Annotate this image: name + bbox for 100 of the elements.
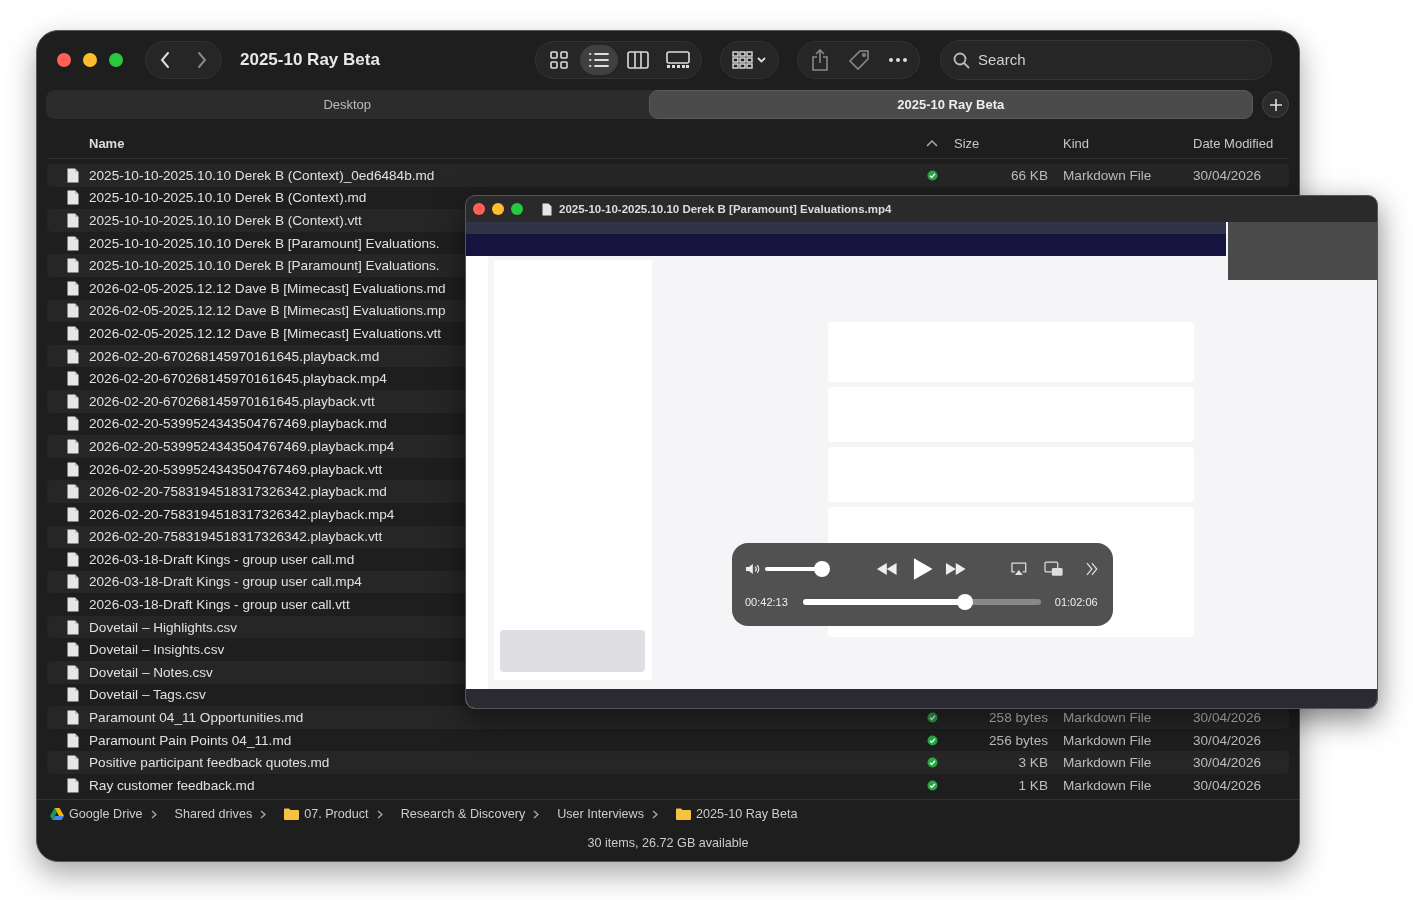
file-name: Positive participant feedback quotes.md bbox=[89, 755, 330, 771]
document-icon bbox=[67, 167, 79, 183]
chevron-icon bbox=[150, 809, 157, 819]
document-icon bbox=[67, 574, 79, 590]
file-name: 2026-02-05-2025.12.12 Dave B [Mimecast] Evaluations.md bbox=[89, 280, 446, 296]
new-tab-button[interactable] bbox=[1262, 91, 1289, 118]
document-icon bbox=[67, 710, 79, 726]
tab[interactable]: Desktop bbox=[46, 90, 649, 119]
elapsed-time: 00:42:13 bbox=[745, 596, 788, 608]
chevron-icon bbox=[260, 809, 267, 819]
duration-time: 01:02:06 bbox=[1054, 596, 1098, 608]
file-name: 2026-03-18-Draft Kings - group user call.vtt bbox=[89, 597, 350, 613]
column-header[interactable]: Name bbox=[89, 135, 919, 151]
document-icon bbox=[67, 619, 79, 635]
tab[interactable]: 2025-10 Ray Beta bbox=[648, 90, 1253, 119]
file-name: 2026-03-18-Draft Kings - group user call.mp4 bbox=[89, 574, 362, 590]
document-icon bbox=[542, 202, 552, 216]
document-icon bbox=[67, 416, 79, 432]
volume-icon[interactable] bbox=[745, 563, 761, 575]
file-size: 3 KB bbox=[1017, 755, 1048, 771]
minimize-button[interactable] bbox=[83, 52, 97, 67]
plus-icon[interactable] bbox=[1268, 97, 1283, 112]
chevron-icon bbox=[533, 809, 540, 819]
file-kind: Markdown File bbox=[1062, 755, 1153, 771]
close-button[interactable] bbox=[57, 52, 71, 67]
document-icon bbox=[67, 664, 79, 680]
column-header[interactable]: Date Modified bbox=[1184, 135, 1289, 151]
document-icon bbox=[67, 642, 79, 658]
grid-caret-icon[interactable] bbox=[731, 50, 768, 69]
file-name: 2026-02-20-670268145970161645.playback.mp4 bbox=[89, 371, 387, 387]
file-name: 2026-02-20-5399524343504767469.playback.mp4 bbox=[89, 438, 395, 454]
picture-in-picture-icon[interactable] bbox=[1043, 561, 1064, 577]
column-header[interactable]: Kind bbox=[1048, 135, 1184, 151]
gallery-icon[interactable] bbox=[666, 50, 691, 69]
date-modified: 30/04/2026 bbox=[1192, 777, 1263, 793]
folder-icon bbox=[676, 808, 691, 820]
file-size: 258 bytes bbox=[988, 710, 1048, 726]
document-icon bbox=[67, 777, 79, 793]
path-item[interactable]: 2025-10 Ray Beta bbox=[676, 807, 798, 821]
document-icon bbox=[67, 258, 79, 274]
file-kind: Markdown File bbox=[1062, 710, 1153, 726]
file-name: Dovetail – Insights.csv bbox=[89, 642, 225, 658]
airplay-icon[interactable] bbox=[1011, 562, 1027, 576]
search-icon bbox=[953, 51, 970, 69]
document-icon bbox=[67, 190, 79, 206]
document-icon bbox=[67, 597, 79, 613]
file-name: 2026-02-20-5399524343504767469.playback.vtt bbox=[89, 461, 383, 477]
document-icon bbox=[67, 461, 79, 477]
document-icon bbox=[67, 484, 79, 500]
path-item[interactable]: Research & Discovery bbox=[400, 807, 526, 821]
date-modified: 30/04/2026 bbox=[1192, 755, 1263, 771]
file-name: 2025-10-10-2025.10.10 Derek B (Context).md bbox=[89, 190, 367, 206]
column-header[interactable]: Size bbox=[945, 135, 1048, 151]
document-icon bbox=[67, 371, 79, 387]
file-name: 2026-03-18-Draft Kings - group user call.md bbox=[89, 551, 355, 567]
minimize-button[interactable] bbox=[492, 203, 504, 215]
folder-icon bbox=[284, 808, 300, 820]
document-icon bbox=[67, 213, 79, 228]
window-title: 2025-10 Ray Beta bbox=[240, 49, 381, 70]
file-name: Dovetail – Notes.csv bbox=[89, 664, 213, 680]
file-kind: Markdown File bbox=[1062, 167, 1153, 183]
chevron-icon bbox=[376, 809, 383, 819]
file-name: 2026-02-20-670268145970161645.playback.vtt bbox=[89, 393, 375, 409]
path-item[interactable]: Shared drives bbox=[174, 807, 253, 821]
window-title: 2025-10-10-2025.10.10 Derek B [Paramount] Evaluations.mp4 bbox=[559, 203, 892, 215]
document-icon bbox=[67, 280, 79, 296]
sort-chevron-icon[interactable] bbox=[926, 139, 938, 147]
logo bbox=[50, 808, 64, 820]
file-size: 66 KB bbox=[1009, 167, 1048, 183]
view-mode-button[interactable] bbox=[579, 44, 618, 75]
columns-icon[interactable] bbox=[627, 50, 650, 69]
zoom-button[interactable] bbox=[511, 203, 523, 215]
rewind-icon[interactable] bbox=[876, 562, 898, 576]
document-icon bbox=[67, 325, 79, 341]
path-item[interactable]: Google Drive bbox=[50, 807, 143, 821]
chevron-icon bbox=[652, 809, 658, 819]
file-name: 2025-10-10-2025.10.10 Derek B (Context).vtt bbox=[89, 213, 362, 228]
file-name: 2026-02-20-7583194518317326342.playback.md bbox=[89, 484, 387, 500]
file-name: 2025-10-10-2025.10.10 Derek B [Paramount] Evaluations. bbox=[89, 235, 440, 251]
date-modified: 30/04/2026 bbox=[1192, 167, 1263, 183]
document-icon bbox=[67, 687, 79, 703]
progress-slider[interactable] bbox=[802, 594, 1041, 610]
volume-slider[interactable] bbox=[764, 561, 829, 577]
chevron-right-icon[interactable] bbox=[196, 50, 209, 69]
close-button[interactable] bbox=[473, 203, 485, 215]
file-name: 2026-02-20-670268145970161645.playback.md bbox=[89, 348, 380, 364]
path-item[interactable]: 07. Product bbox=[284, 807, 369, 821]
file-size: 1 KB bbox=[1017, 777, 1048, 793]
date-modified: 30/04/2026 bbox=[1192, 732, 1263, 748]
path-item[interactable]: User Interviews bbox=[557, 807, 644, 821]
search-field[interactable]: Search bbox=[940, 39, 1272, 80]
list-icon[interactable] bbox=[587, 50, 610, 69]
grid-icon[interactable] bbox=[548, 49, 569, 70]
play-icon[interactable] bbox=[911, 557, 934, 581]
fast-forward-icon[interactable] bbox=[945, 562, 967, 576]
chevron-left-icon[interactable] bbox=[158, 50, 171, 69]
chevrons-icon[interactable] bbox=[1085, 562, 1099, 576]
zoom-button[interactable] bbox=[109, 52, 123, 67]
file-name: Dovetail – Tags.csv bbox=[89, 687, 206, 703]
file-name: 2026-02-05-2025.12.12 Dave B [Mimecast] Evaluations.vtt bbox=[89, 325, 442, 341]
